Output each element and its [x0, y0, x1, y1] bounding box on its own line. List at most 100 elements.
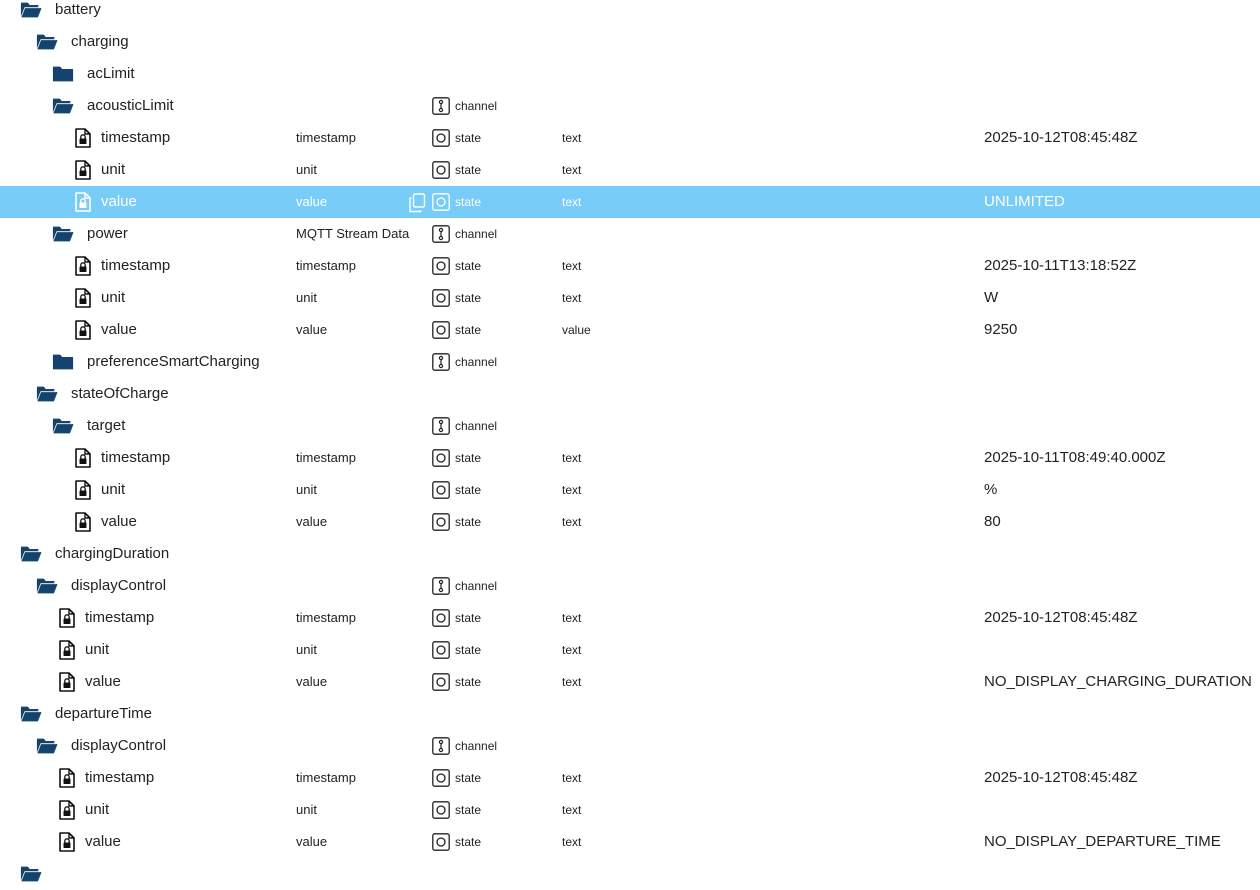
item-value[interactable]: UNLIMITED: [984, 186, 1065, 218]
file-lock-icon[interactable]: [56, 607, 78, 629]
item-name[interactable]: displayControl: [71, 570, 166, 602]
item-name[interactable]: acLimit: [87, 58, 135, 90]
item-name[interactable]: unit: [101, 474, 125, 506]
tree-row[interactable]: [0, 858, 1260, 890]
file-lock-icon[interactable]: [72, 191, 94, 213]
tree-row[interactable]: battery: [0, 0, 1260, 26]
tree-row[interactable]: displayControl channel: [0, 570, 1260, 602]
item-name[interactable]: unit: [85, 634, 109, 666]
tree-row[interactable]: value value state text NO_DISPLAY_CHARGING_D…: [0, 666, 1260, 698]
item-value[interactable]: 2025-10-12T08:45:48Z: [984, 122, 1137, 154]
folder-open-icon[interactable]: [52, 95, 74, 117]
folder-open-icon[interactable]: [36, 735, 58, 757]
file-lock-icon[interactable]: [56, 671, 78, 693]
item-role: timestamp: [296, 130, 356, 145]
file-lock-icon[interactable]: [72, 159, 94, 181]
file-lock-icon[interactable]: [72, 255, 94, 277]
item-name[interactable]: battery: [55, 0, 101, 26]
item-value-type: text: [562, 611, 582, 625]
item-name[interactable]: target: [87, 410, 125, 442]
tree-row[interactable]: value value state text NO_DISPLAY_DEPARTURE_…: [0, 826, 1260, 858]
folder-closed-icon[interactable]: [52, 63, 74, 85]
item-name[interactable]: timestamp: [85, 762, 154, 794]
file-lock-icon[interactable]: [72, 479, 94, 501]
folder-open-icon[interactable]: [36, 575, 58, 597]
item-name[interactable]: chargingDuration: [55, 538, 169, 570]
item-value[interactable]: 2025-10-11T08:49:40.000Z: [984, 442, 1166, 474]
tree-row[interactable]: stateOfCharge: [0, 378, 1260, 410]
item-name[interactable]: unit: [101, 282, 125, 314]
item-name[interactable]: stateOfCharge: [71, 378, 169, 410]
tree-row[interactable]: acLimit: [0, 58, 1260, 90]
file-lock-icon[interactable]: [72, 447, 94, 469]
tree-row-selected[interactable]: value value state text UNLIMITED: [0, 186, 1260, 218]
tree-row[interactable]: departureTime: [0, 698, 1260, 730]
tree-row[interactable]: timestamp timestamp state text 2025-10-12T08…: [0, 762, 1260, 794]
item-name[interactable]: timestamp: [85, 602, 154, 634]
item-value[interactable]: 2025-10-12T08:45:48Z: [984, 762, 1137, 794]
item-value[interactable]: 2025-10-11T13:18:52Z: [984, 250, 1136, 282]
item-name[interactable]: charging: [71, 26, 129, 58]
tree-row[interactable]: timestamp timestamp state text 2025-10-11T08…: [0, 442, 1260, 474]
tree-row[interactable]: value value state text 80: [0, 506, 1260, 538]
item-value[interactable]: %: [984, 474, 997, 506]
folder-open-icon[interactable]: [20, 703, 42, 725]
tree-row[interactable]: unit unit state text: [0, 634, 1260, 666]
item-name[interactable]: departureTime: [55, 698, 152, 730]
tree-row[interactable]: unit unit state text: [0, 154, 1260, 186]
tree-row[interactable]: timestamp timestamp state text 2025-10-12T08…: [0, 602, 1260, 634]
item-value[interactable]: 9250: [984, 314, 1017, 346]
item-value[interactable]: W: [984, 282, 998, 314]
item-value[interactable]: NO_DISPLAY_DEPARTURE_TIME: [984, 826, 1221, 858]
tree-row[interactable]: charging: [0, 26, 1260, 58]
item-name[interactable]: unit: [101, 154, 125, 186]
tree-row[interactable]: preferenceSmartCharging channel: [0, 346, 1260, 378]
tree-row[interactable]: acousticLimit channel: [0, 90, 1260, 122]
file-lock-icon[interactable]: [72, 287, 94, 309]
tree-row[interactable]: unit unit state text W: [0, 282, 1260, 314]
folder-open-icon[interactable]: [36, 31, 58, 53]
folder-open-icon[interactable]: [20, 543, 42, 565]
item-type-label: state: [455, 291, 482, 305]
file-lock-icon[interactable]: [56, 767, 78, 789]
item-value[interactable]: 80: [984, 506, 1001, 538]
state-icon: [432, 449, 450, 467]
folder-closed-icon[interactable]: [52, 351, 74, 373]
folder-open-icon[interactable]: [52, 415, 74, 437]
tree-row[interactable]: power MQTT Stream Data channel: [0, 218, 1260, 250]
tree-row[interactable]: unit unit state text%: [0, 474, 1260, 506]
folder-open-icon[interactable]: [20, 0, 42, 21]
copy-icon[interactable]: [406, 192, 428, 214]
item-name[interactable]: value: [85, 826, 121, 858]
tree-row[interactable]: value value state value 9250: [0, 314, 1260, 346]
file-lock-icon[interactable]: [72, 127, 94, 149]
item-name[interactable]: preferenceSmartCharging: [87, 346, 260, 378]
item-value[interactable]: 2025-10-12T08:45:48Z: [984, 602, 1137, 634]
tree-row[interactable]: timestamp timestamp state text 2025-10-12T08…: [0, 122, 1260, 154]
item-name[interactable]: value: [101, 506, 137, 538]
tree-row[interactable]: target channel: [0, 410, 1260, 442]
file-lock-icon[interactable]: [72, 319, 94, 341]
item-name[interactable]: timestamp: [101, 250, 170, 282]
file-lock-icon[interactable]: [56, 799, 78, 821]
folder-open-icon[interactable]: [52, 223, 74, 245]
file-lock-icon[interactable]: [56, 831, 78, 853]
tree-row[interactable]: displayControl channel: [0, 730, 1260, 762]
tree-row[interactable]: timestamp timestamp state text 2025-10-11T13…: [0, 250, 1260, 282]
item-value[interactable]: NO_DISPLAY_CHARGING_DURATION: [984, 666, 1252, 698]
item-name[interactable]: acousticLimit: [87, 90, 174, 122]
folder-open-icon[interactable]: [36, 383, 58, 405]
item-name[interactable]: timestamp: [101, 122, 170, 154]
folder-open-icon[interactable]: [20, 863, 42, 885]
file-lock-icon[interactable]: [72, 511, 94, 533]
tree-row[interactable]: unit unit state text: [0, 794, 1260, 826]
item-name[interactable]: timestamp: [101, 442, 170, 474]
item-name[interactable]: value: [101, 314, 137, 346]
item-name[interactable]: unit: [85, 794, 109, 826]
item-name[interactable]: power: [87, 218, 128, 250]
file-lock-icon[interactable]: [56, 639, 78, 661]
item-name[interactable]: value: [101, 186, 137, 218]
item-name[interactable]: displayControl: [71, 730, 166, 762]
tree-row[interactable]: chargingDuration: [0, 538, 1260, 570]
item-name[interactable]: value: [85, 666, 121, 698]
